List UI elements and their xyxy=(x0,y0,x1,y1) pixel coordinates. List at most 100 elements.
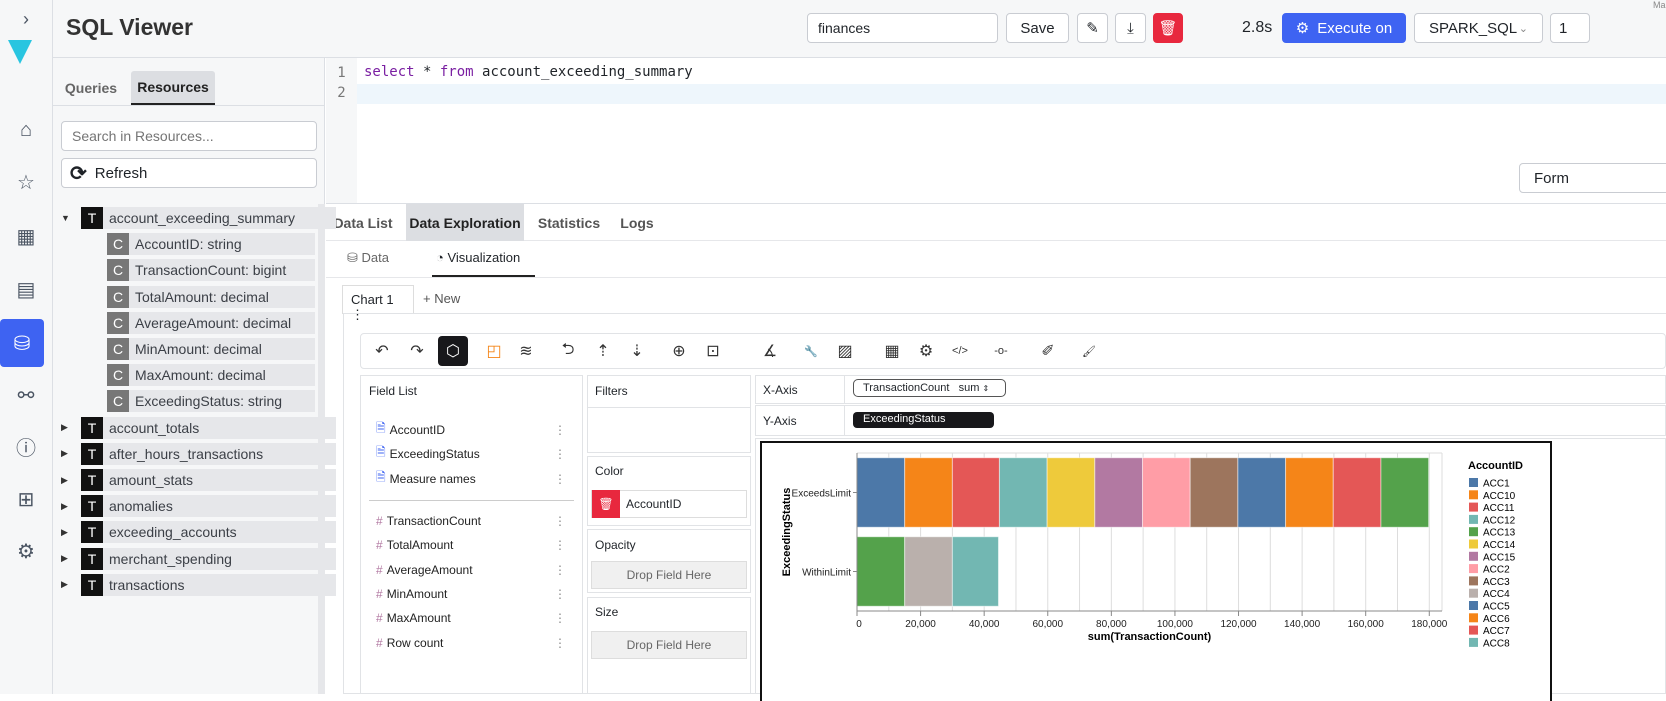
scale-icon[interactable]: ⊡ xyxy=(698,336,728,366)
tab-logs[interactable]: Logs xyxy=(614,204,660,241)
transpose-icon[interactable]: ⮌ xyxy=(553,336,583,366)
format-button[interactable]: Form xyxy=(1519,163,1666,193)
dimension-field[interactable]: 🗎 Measure names ⋮ xyxy=(376,468,566,489)
star-icon[interactable]: ☆ xyxy=(9,165,43,199)
wrench-icon[interactable]: 🔧 xyxy=(796,336,826,366)
caret-right-icon[interactable]: ▶ xyxy=(61,501,81,512)
tab-data-exploration[interactable]: Data Exploration xyxy=(406,204,524,241)
download-icon[interactable]: ⤓ xyxy=(1115,13,1146,43)
measure-field[interactable]: # TotalAmount ⋮ xyxy=(376,538,566,552)
caret-right-icon[interactable]: ▶ xyxy=(61,579,81,590)
field-menu-icon[interactable]: ⋮ xyxy=(554,538,566,552)
layers-icon[interactable]: ≋ xyxy=(511,336,541,366)
save-button[interactable]: Save xyxy=(1006,13,1069,43)
settings-icon[interactable]: ⚙ xyxy=(911,336,941,366)
code-icon[interactable]: </> xyxy=(945,336,975,366)
painter-logo-icon[interactable]: 🖌 xyxy=(1074,336,1104,366)
info-icon[interactable]: ⓘ xyxy=(9,429,43,463)
tab-queries[interactable]: Queries xyxy=(59,71,123,105)
field-menu-icon[interactable]: ⋮ xyxy=(554,636,566,650)
y-axis-field-pill[interactable]: ExceedingStatus xyxy=(853,412,994,428)
mark-cube-icon[interactable]: ⬡ xyxy=(438,336,468,366)
image-icon[interactable]: ▨ xyxy=(830,336,860,366)
grid-icon[interactable]: ⊞ xyxy=(9,482,43,516)
caret-right-icon[interactable]: ▶ xyxy=(61,553,81,564)
tree-item[interactable]: ▶ Tamount_stats xyxy=(61,469,336,491)
subtab-visualization[interactable]: ◔ Visualization xyxy=(432,243,535,277)
sql-editor[interactable]: select * from account_exceeding_summary xyxy=(364,64,693,80)
column-item[interactable]: C MaxAmount: decimal xyxy=(107,364,315,387)
column-item[interactable]: C AverageAmount: decimal xyxy=(107,311,315,334)
settings-icon[interactable]: ⚙ xyxy=(9,534,43,568)
chart-tab-1[interactable]: Chart 1 ⋮ xyxy=(342,285,414,322)
tab-resources[interactable]: Resources xyxy=(131,71,215,105)
remove-trash-icon[interactable]: 🗑 xyxy=(592,490,620,518)
field-menu-icon[interactable]: ⋮ xyxy=(554,447,566,461)
workflow-icon[interactable]: ⚯ xyxy=(9,378,43,412)
engine-select[interactable]: SPARK_SQL ⌄ xyxy=(1414,13,1543,43)
sort-desc-icon[interactable]: ⇣ xyxy=(622,336,652,366)
measure-field[interactable]: # TransactionCount ⋮ xyxy=(376,514,566,528)
line-point-icon[interactable]: -o- xyxy=(986,336,1016,366)
dimension-field[interactable]: 🗎 ExceedingStatus ⋮ xyxy=(376,443,566,464)
tree-item[interactable]: ▶ Ttransactions xyxy=(61,573,336,596)
delete-trash-icon[interactable]: 🗑 xyxy=(1153,13,1183,43)
table-icon[interactable]: ▦ xyxy=(9,219,43,253)
measure-field[interactable]: # MaxAmount ⋮ xyxy=(376,611,566,625)
column-item[interactable]: C TransactionCount: bigint xyxy=(107,259,315,282)
redo-icon[interactable]: ↷ xyxy=(402,336,432,366)
field-menu-icon[interactable]: ⋮ xyxy=(554,587,566,601)
caret-right-icon[interactable]: ▶ xyxy=(61,448,81,459)
column-item[interactable]: C ExceedingStatus: string xyxy=(107,390,315,413)
document-icon[interactable]: ▤ xyxy=(9,272,43,306)
caret-right-icon[interactable]: ▶ xyxy=(61,422,81,433)
dimension-field[interactable]: 🗎 AccountID ⋮ xyxy=(376,419,566,440)
size-drop-zone[interactable]: Drop Field Here xyxy=(591,631,747,659)
tree-item[interactable]: ▼ Taccount_exceeding_summary xyxy=(61,207,336,229)
column-item[interactable]: C MinAmount: decimal xyxy=(107,338,315,360)
paint-icon[interactable]: ✐ xyxy=(1033,336,1063,366)
tree-item[interactable]: ▶ Tanomalies xyxy=(61,495,336,518)
refresh-button[interactable]: ⟳ Refresh xyxy=(61,158,317,188)
edit-pencil-icon[interactable]: ✎ xyxy=(1077,13,1108,43)
query-name-input[interactable]: finances xyxy=(807,13,998,43)
tab-statistics[interactable]: Statistics xyxy=(532,204,606,241)
undo-icon[interactable]: ↶ xyxy=(367,336,397,366)
resources-search-input[interactable] xyxy=(61,121,317,151)
expand-chevron-icon[interactable]: › xyxy=(9,2,43,36)
x-axis-field-pill[interactable]: TransactionCount sum ⇕ xyxy=(853,379,1006,397)
limit-input[interactable]: 1 xyxy=(1550,13,1590,43)
brush-icon[interactable]: ◰ xyxy=(479,336,509,366)
home-icon[interactable]: ⌂ xyxy=(9,113,43,147)
tree-item[interactable]: ▶ Taccount_totals xyxy=(61,416,336,439)
execute-button[interactable]: ⚙ Execute on xyxy=(1282,13,1406,43)
field-menu-icon[interactable]: ⋮ xyxy=(554,423,566,437)
field-menu-icon[interactable]: ⋮ xyxy=(554,472,566,486)
field-menu-icon[interactable]: ⋮ xyxy=(554,611,566,625)
subtab-data[interactable]: ⛁ Data xyxy=(347,250,389,266)
x-aggregation[interactable]: sum xyxy=(959,382,980,394)
new-chart-button[interactable]: + New xyxy=(423,291,460,306)
axes-icon[interactable]: ∡ xyxy=(755,336,785,366)
column-item[interactable]: C AccountID: string xyxy=(107,233,315,256)
caret-right-icon[interactable]: ▶ xyxy=(61,527,81,538)
tab-data-list[interactable]: Data List xyxy=(328,204,398,241)
column-badge-icon: C xyxy=(107,390,129,413)
caret-right-icon[interactable]: ▶ xyxy=(61,475,81,486)
measure-field[interactable]: # AverageAmount ⋮ xyxy=(376,563,566,577)
tree-item[interactable]: ▶ Texceeding_accounts xyxy=(61,521,336,544)
field-menu-icon[interactable]: ⋮ xyxy=(554,514,566,528)
measure-field[interactable]: # MinAmount ⋮ xyxy=(376,587,566,601)
color-field-chip[interactable]: 🗑 AccountID xyxy=(591,490,747,518)
table-icon[interactable]: ▦ xyxy=(877,336,907,366)
opacity-drop-zone[interactable]: Drop Field Here xyxy=(591,561,747,589)
tree-item[interactable]: ▶ Tafter_hours_transactions xyxy=(61,442,336,465)
column-item[interactable]: C TotalAmount: decimal xyxy=(107,285,315,308)
tree-item[interactable]: ▶ Tmerchant_spending xyxy=(61,547,336,570)
zoom-icon[interactable]: ⊕ xyxy=(664,336,694,366)
caret-down-icon[interactable]: ▼ xyxy=(61,213,81,223)
sort-asc-icon[interactable]: ⇡ xyxy=(588,336,618,366)
database-icon[interactable]: ⛁ xyxy=(0,319,44,367)
field-menu-icon[interactable]: ⋮ xyxy=(554,563,566,577)
measure-field[interactable]: # Row count ⋮ xyxy=(376,636,566,650)
